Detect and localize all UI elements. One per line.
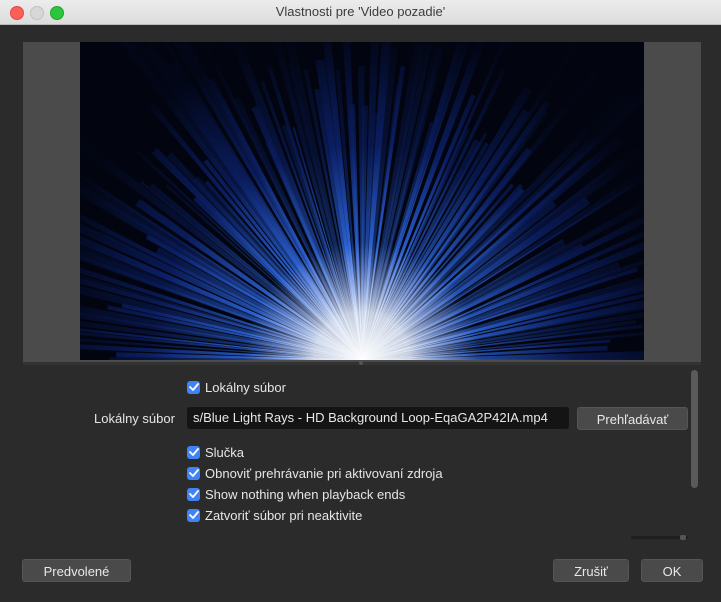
- show-nothing-label: Show nothing when playback ends: [205, 486, 406, 502]
- ok-button[interactable]: OK: [641, 559, 703, 582]
- loop-checkbox-label: Slučka: [205, 444, 245, 460]
- properties-window: Vlastnosti pre 'Video pozadie' Lokálny s…: [0, 0, 721, 602]
- cancel-button[interactable]: Zrušiť: [553, 559, 629, 582]
- local-file-checkbox[interactable]: Lokálny súbor: [187, 378, 286, 396]
- local-file-checkbox-label: Lokálny súbor: [205, 379, 286, 395]
- checkbox-checked-icon[interactable]: [187, 380, 200, 394]
- local-file-label: Lokálny súbor: [94, 411, 175, 426]
- light-rays-image: [80, 42, 644, 360]
- restart-on-activate-checkbox[interactable]: Obnoviť prehrávanie pri aktivovaní zdroj…: [187, 464, 443, 482]
- checkbox-checked-icon[interactable]: [187, 466, 200, 480]
- close-when-inactive-label: Zatvoriť súbor pri neaktivite: [205, 507, 363, 523]
- checkbox-checked-icon[interactable]: [187, 487, 200, 501]
- browse-button[interactable]: Prehľadávať: [577, 407, 688, 430]
- video-preview: [80, 42, 644, 360]
- loop-checkbox[interactable]: Slučka: [187, 443, 244, 461]
- defaults-button[interactable]: Predvolené: [22, 559, 131, 582]
- checkbox-checked-icon[interactable]: [187, 508, 200, 522]
- partial-slider-handle[interactable]: [680, 535, 686, 540]
- show-nothing-checkbox[interactable]: Show nothing when playback ends: [187, 485, 405, 503]
- splitter-handle[interactable]: [359, 361, 363, 365]
- title-bar: Vlastnosti pre 'Video pozadie': [0, 0, 721, 25]
- restart-on-activate-label: Obnoviť prehrávanie pri aktivovaní zdroj…: [205, 465, 443, 481]
- close-when-inactive-checkbox[interactable]: Zatvoriť súbor pri neaktivite: [187, 506, 362, 524]
- window-title: Vlastnosti pre 'Video pozadie': [275, 4, 446, 19]
- properties-scrollbar[interactable]: [691, 370, 698, 488]
- local-file-path-input[interactable]: s/Blue Light Rays - HD Background Loop-E…: [187, 407, 569, 429]
- checkbox-checked-icon[interactable]: [187, 445, 200, 459]
